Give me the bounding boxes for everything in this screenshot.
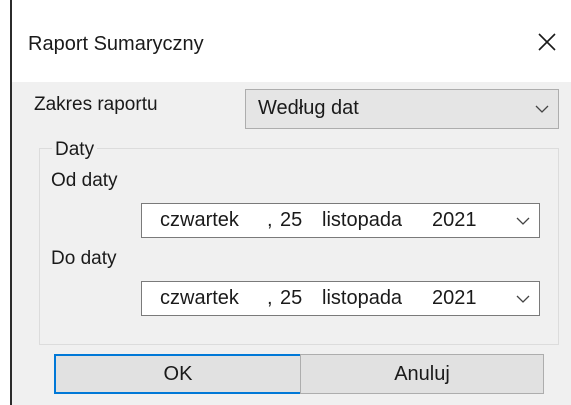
to-date-month[interactable]: listopada xyxy=(322,287,402,310)
close-icon xyxy=(538,33,556,51)
chevron-down-icon[interactable] xyxy=(515,214,531,228)
from-date-weekday[interactable]: czwartek xyxy=(160,209,239,232)
dialog-title: Raport Sumaryczny xyxy=(28,33,204,55)
dialog-body: Zakres raportu Według dat Daty Od daty c… xyxy=(12,82,571,405)
from-date-month[interactable]: listopada xyxy=(322,209,402,232)
to-date-label: Do daty xyxy=(51,248,117,269)
from-date-day[interactable]: 25 xyxy=(280,209,302,232)
to-date-weekday[interactable]: czwartek xyxy=(160,287,239,310)
from-date-picker[interactable]: czwartek , 25 listopada 2021 xyxy=(141,203,540,238)
dialog-window: Raport Sumaryczny Zakres raportu Według … xyxy=(0,0,571,405)
to-date-picker[interactable]: czwartek , 25 listopada 2021 xyxy=(141,281,540,316)
to-date-day[interactable]: 25 xyxy=(280,287,302,310)
ok-button[interactable]: OK xyxy=(54,354,302,394)
chevron-down-icon xyxy=(534,102,550,116)
from-date-year[interactable]: 2021 xyxy=(432,209,477,232)
from-date-separator: , xyxy=(267,209,273,231)
chevron-down-icon[interactable] xyxy=(515,292,531,306)
from-date-label: Od daty xyxy=(51,170,118,191)
report-range-select[interactable]: Według dat xyxy=(245,89,559,129)
close-button[interactable] xyxy=(525,20,569,64)
report-range-value: Według dat xyxy=(258,97,359,119)
title-bar: Raport Sumaryczny xyxy=(12,0,571,82)
to-date-year[interactable]: 2021 xyxy=(432,287,477,310)
to-date-separator: , xyxy=(267,287,273,309)
report-range-label: Zakres raportu xyxy=(34,94,158,115)
cancel-button[interactable]: Anuluj xyxy=(300,354,544,394)
dates-group-caption: Daty xyxy=(52,139,98,161)
